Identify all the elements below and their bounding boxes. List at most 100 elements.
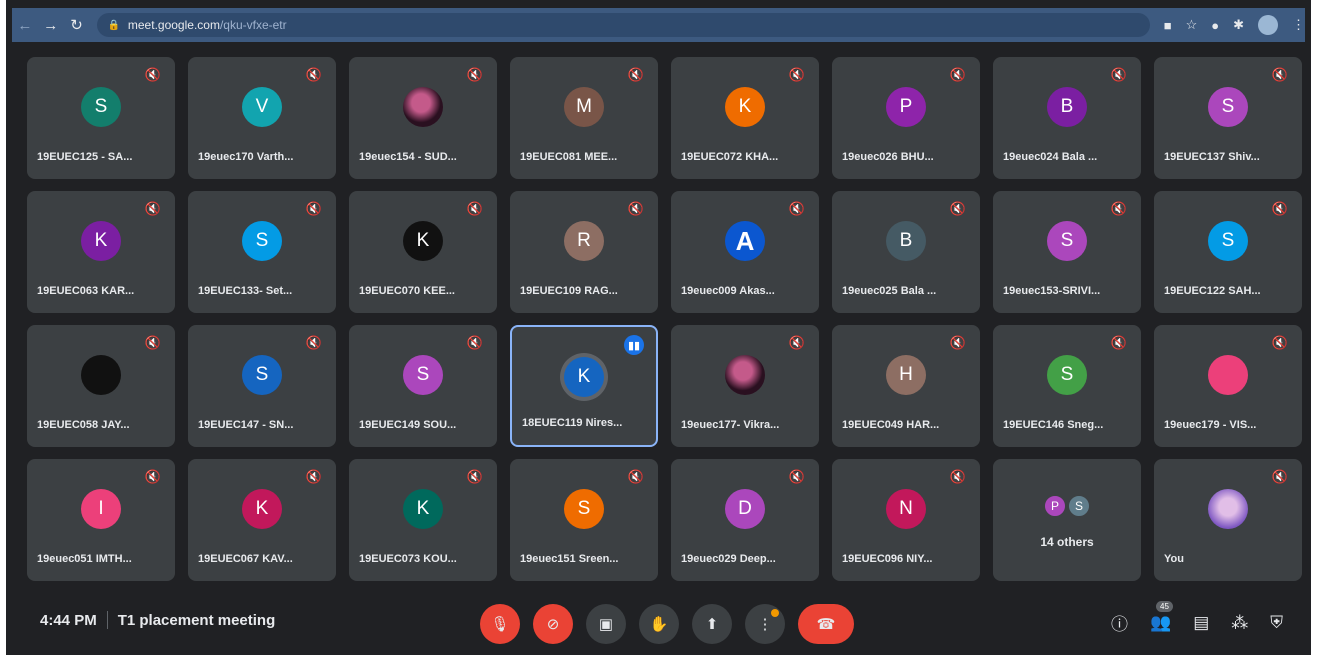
mic-muted-icon: 🔇	[949, 201, 966, 216]
participant-tile[interactable]: 🔇 K 19EUEC063 KAR...	[27, 191, 175, 313]
avatar	[1208, 355, 1248, 395]
mic-muted-icon: 🔇	[466, 67, 483, 82]
participant-name: 18EUEC119 Nires...	[522, 417, 623, 429]
meeting-time: 4:44 PM	[40, 611, 97, 629]
participant-tile[interactable]: 🔇 I 19euec051 IMTH...	[27, 459, 175, 581]
avatar: S	[403, 355, 443, 395]
participant-name: 19euec024 Bala ...	[1003, 151, 1098, 163]
participant-name: 19EUEC149 SOU...	[359, 419, 457, 431]
participant-tile[interactable]: 🔇 R 19EUEC109 RAG...	[510, 191, 658, 313]
participant-tile[interactable]: 🔇 S 19EUEC149 SOU...	[349, 325, 497, 447]
mic-muted-icon: 🔇	[466, 201, 483, 216]
participant-tile[interactable]: 🔇 19euec177- Vikra...	[671, 325, 819, 447]
notification-dot	[771, 609, 779, 617]
participant-tile[interactable]: 🔇 19euec179 - VIS...	[1154, 325, 1302, 447]
back-icon[interactable]: ←	[12, 17, 38, 34]
avatar: R	[564, 221, 604, 261]
captions-icon[interactable]: ▣	[586, 604, 626, 644]
participant-tile[interactable]: 🔇 K 19EUEC073 KOU...	[349, 459, 497, 581]
others-tile[interactable]: P S 14 others	[993, 459, 1141, 581]
participant-name: 19euec170 Varth...	[198, 151, 294, 163]
participant-tile[interactable]: 🔇 K 19EUEC070 KEE...	[349, 191, 497, 313]
puzzle-extensions-icon[interactable]: ✱	[1233, 17, 1244, 33]
mic-muted-icon: 🔇	[1110, 67, 1127, 82]
divider	[106, 611, 108, 629]
avatar: D	[725, 489, 765, 529]
participant-tile[interactable]: 🔇 S 19EUEC125 - SA...	[27, 57, 175, 179]
forward-icon[interactable]: →	[38, 17, 64, 34]
present-icon[interactable]: ⬆	[692, 604, 732, 644]
participant-tile[interactable]: 🔇 A 19euec009 Akas...	[671, 191, 819, 313]
mic-muted-icon: 🔇	[627, 67, 644, 82]
camera-indicator-icon[interactable]: ■	[1164, 18, 1172, 33]
avatar: S	[1047, 355, 1087, 395]
avatar: K	[242, 489, 282, 529]
avatar: B	[886, 221, 926, 261]
reload-icon[interactable]: ↻	[64, 16, 90, 34]
mic-muted-icon: 🔇	[788, 201, 805, 216]
participant-tile[interactable]: 🔇 S 19EUEC137 Shiv...	[1154, 57, 1302, 179]
mic-muted-icon: 🔇	[1271, 67, 1288, 82]
lock-icon: 🔒	[107, 19, 120, 31]
avatar: S	[1208, 87, 1248, 127]
participant-tile[interactable]: 🔇 S 19euec153-SRIVI...	[993, 191, 1141, 313]
participant-tile[interactable]: 🔇 H 19EUEC049 HAR...	[832, 325, 980, 447]
participant-tile[interactable]: 🔇 M 19EUEC081 MEE...	[510, 57, 658, 179]
mic-muted-icon: 🔇	[305, 469, 322, 484]
profile-avatar[interactable]	[1258, 15, 1279, 35]
participant-tile[interactable]: 🔇 B 19euec025 Bala ...	[832, 191, 980, 313]
mic-off-icon[interactable]: 🎙	[480, 604, 520, 644]
participant-tile[interactable]: 🔇 B 19euec024 Bala ...	[993, 57, 1141, 179]
participant-tile[interactable]: 🔇 N 19EUEC096 NIY...	[832, 459, 980, 581]
avatar: P	[1043, 494, 1067, 518]
chat-icon[interactable]: ▤	[1193, 613, 1209, 633]
participant-tile[interactable]: 🔇 D 19euec029 Deep...	[671, 459, 819, 581]
avatar: S	[1067, 494, 1091, 518]
address-bar[interactable]: 🔒 meet.google.com/qku-vfxe-etr	[97, 13, 1150, 37]
participant-name: 19EUEC049 HAR...	[842, 419, 940, 431]
bookmark-star-icon[interactable]: ☆	[1186, 17, 1198, 33]
more-options-icon[interactable]: ⋮	[745, 604, 785, 644]
participant-tile[interactable]: 🔇 S 19EUEC147 - SN...	[188, 325, 336, 447]
participant-name: 19EUEC073 KOU...	[359, 553, 457, 565]
participant-name: 19EUEC070 KEE...	[359, 285, 455, 297]
avatar: S	[242, 355, 282, 395]
participant-name: 19EUEC125 - SA...	[37, 151, 133, 163]
participant-tile[interactable]: 🔇 S 19EUEC122 SAH...	[1154, 191, 1302, 313]
participant-tile[interactable]: 🔇 S 19euec151 Sreen...	[510, 459, 658, 581]
participant-name: 19EUEC109 RAG...	[520, 285, 618, 297]
mic-muted-icon: 🔇	[1110, 201, 1127, 216]
participant-name: You	[1164, 553, 1184, 565]
participant-name: 19EUEC147 - SN...	[198, 419, 294, 431]
camera-off-icon[interactable]: ⊘	[533, 604, 573, 644]
meeting-controls-bar: 4:44 PM T1 placement meeting 🎙 ⊘ ▣ ✋ ⬆ ⋮…	[12, 590, 1305, 650]
mic-muted-icon: 🔇	[627, 201, 644, 216]
mic-muted-icon: 🔇	[1271, 469, 1288, 484]
host-controls-icon[interactable]: ⛨	[1270, 613, 1283, 633]
self-tile[interactable]: 🔇 You	[1154, 459, 1302, 581]
speaking-indicator-icon: ▮▮	[624, 335, 644, 355]
mic-muted-icon: 🔇	[949, 67, 966, 82]
end-call-icon[interactable]: ☎	[798, 604, 854, 644]
participant-name: 19euec051 IMTH...	[37, 553, 132, 565]
avatar: A	[725, 221, 765, 261]
participant-tile[interactable]: 🔇 19EUEC058 JAY...	[27, 325, 175, 447]
participant-name: 19euec153-SRIVI...	[1003, 285, 1101, 297]
participant-tile[interactable]: 🔇 K 19EUEC072 KHA...	[671, 57, 819, 179]
info-icon[interactable]: ⓘ	[1111, 610, 1128, 635]
participant-tile[interactable]: 🔇 P 19euec026 BHU...	[832, 57, 980, 179]
participant-tile[interactable]: 🔇 V 19euec170 Varth...	[188, 57, 336, 179]
participant-tile[interactable]: 🔇 S 19EUEC133- Set...	[188, 191, 336, 313]
mic-muted-icon: 🔇	[144, 469, 161, 484]
activities-icon[interactable]: ⁂	[1231, 613, 1248, 633]
people-icon[interactable]: 👥 45	[1150, 600, 1173, 633]
raise-hand-icon[interactable]: ✋	[639, 604, 679, 644]
participant-tile[interactable]: 🔇 19euec154 - SUD...	[349, 57, 497, 179]
participant-tile[interactable]: 🔇 K 19EUEC067 KAV...	[188, 459, 336, 581]
participant-name: 19EUEC058 JAY...	[37, 419, 130, 431]
extension-icon[interactable]: ●	[1211, 18, 1219, 33]
participant-tile[interactable]: 🔇 S 19EUEC146 Sneg...	[993, 325, 1141, 447]
participant-tile[interactable]: ▮▮ K 18EUEC119 Nires...	[510, 325, 658, 447]
menu-kebab-icon[interactable]: ⋮	[1292, 17, 1305, 33]
avatar: S	[81, 87, 121, 127]
